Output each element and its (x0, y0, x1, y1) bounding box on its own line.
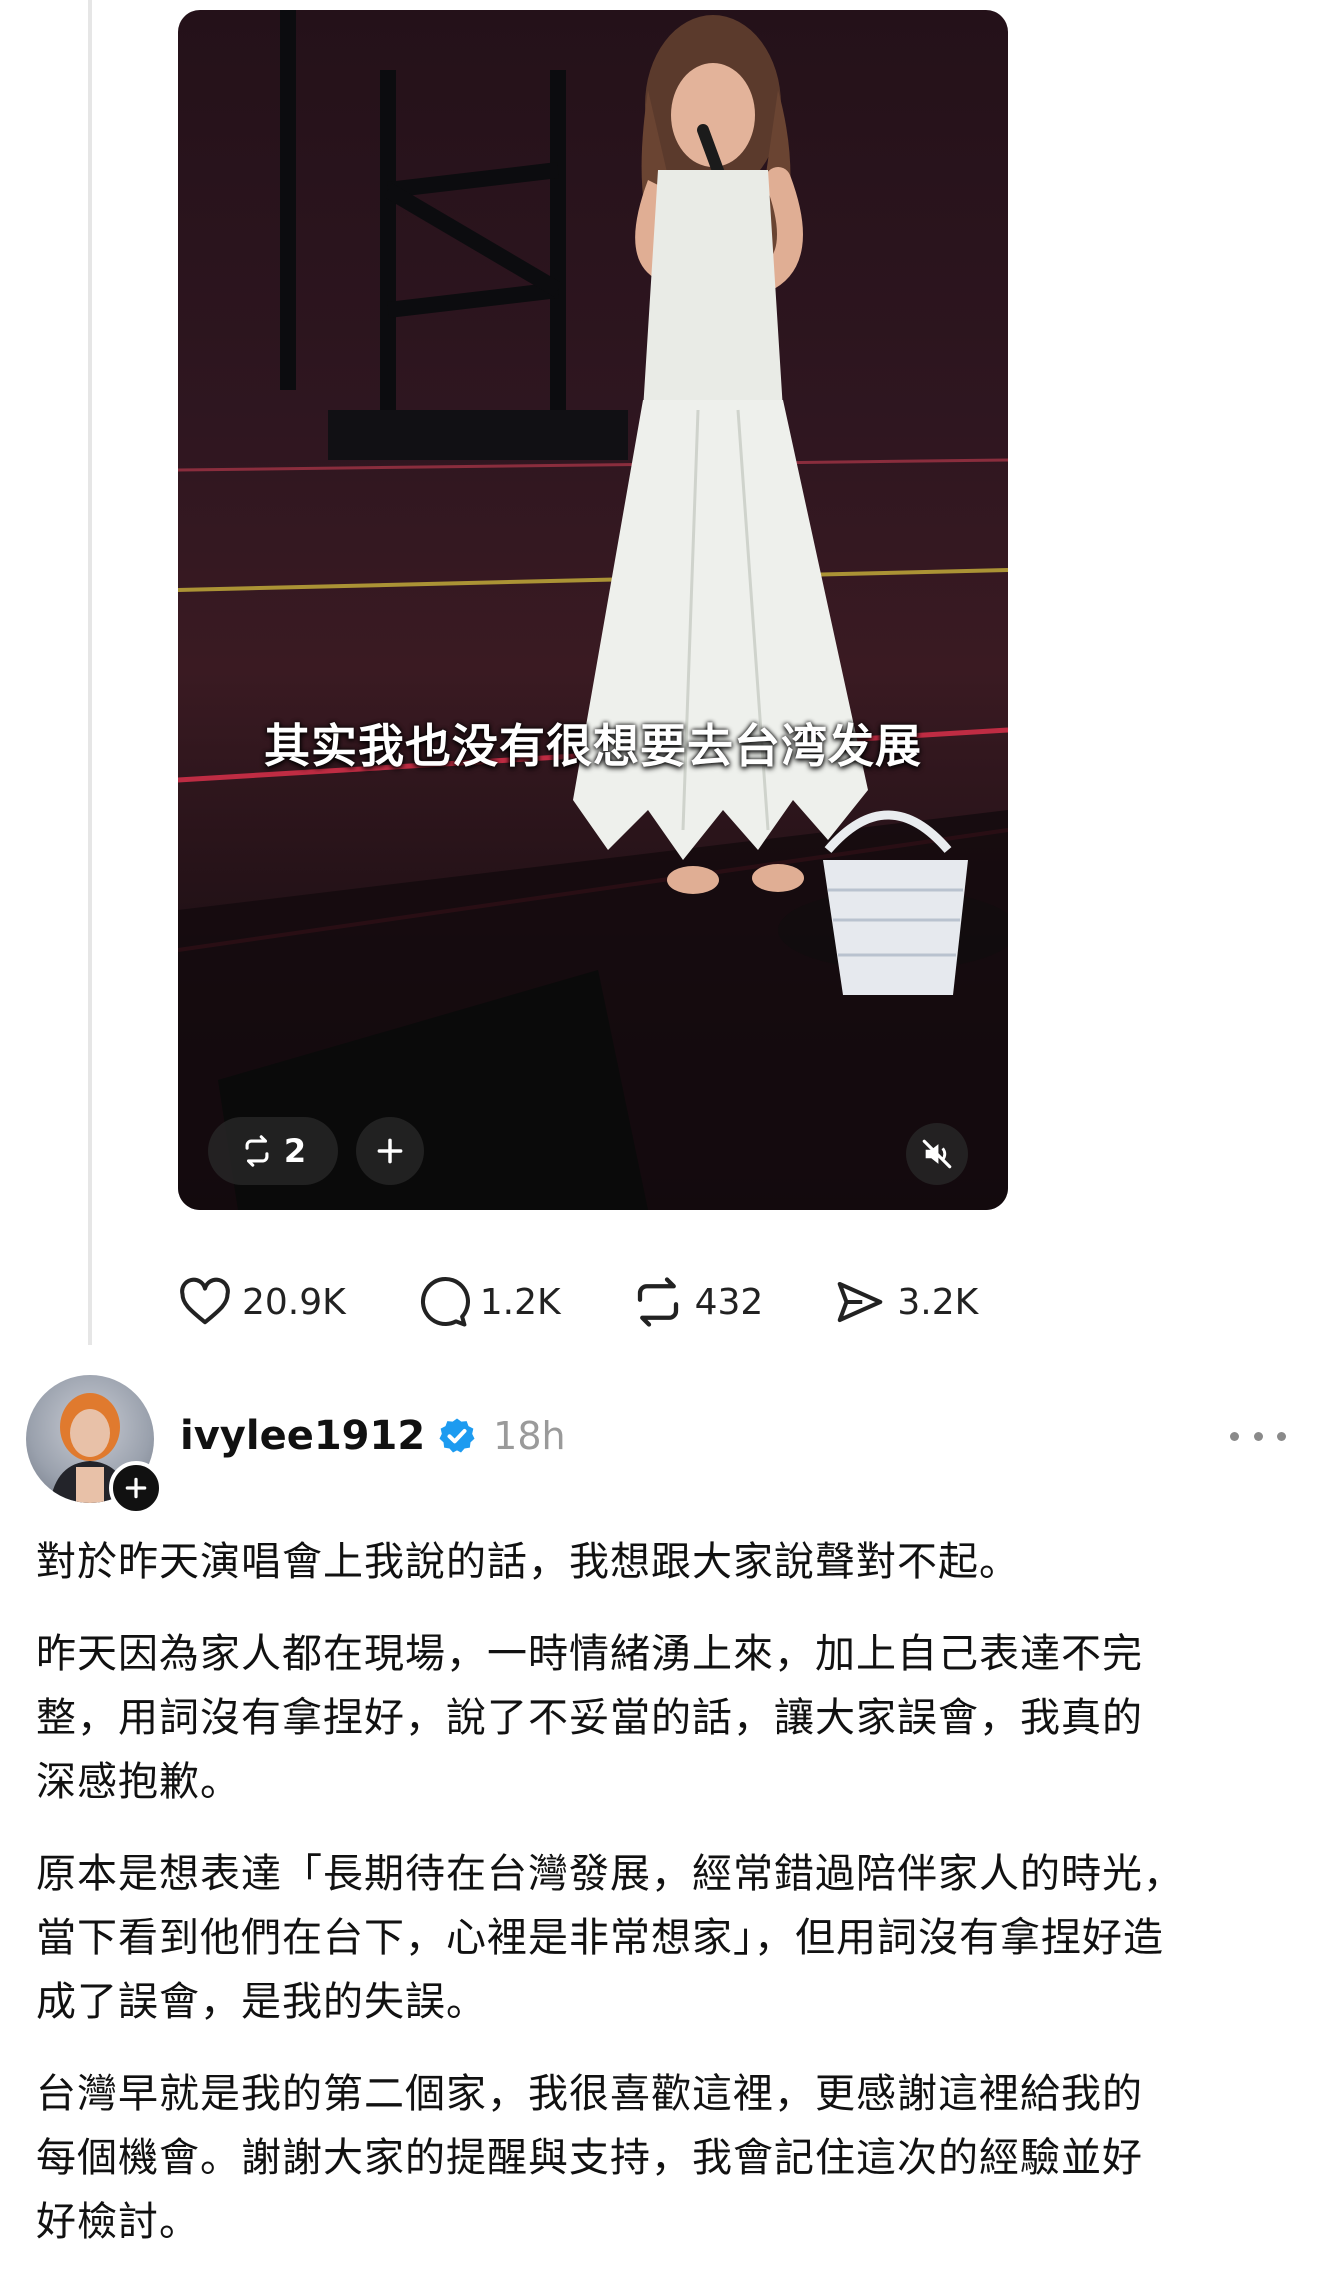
post-author-row: ivylee1912 18h (180, 1408, 566, 1464)
author-avatar-wrap[interactable] (26, 1375, 163, 1515)
singer-foot-right (752, 864, 804, 892)
like-button[interactable]: 20.9K (178, 1277, 346, 1327)
light-strip-yellow (178, 568, 1008, 592)
video-add-button[interactable] (356, 1117, 424, 1185)
video-repost-count: 2 (283, 1132, 307, 1170)
send-icon (838, 1281, 883, 1323)
comment-button[interactable]: 1.2K (416, 1275, 561, 1329)
like-count: 20.9K (242, 1281, 346, 1323)
repost-icon (245, 1135, 269, 1167)
singer-bodice (643, 170, 783, 410)
follow-button[interactable] (109, 1461, 163, 1515)
post-paragraph-3: 原本是想表達「長期待在台灣發展，經常錯過陪伴家人的時光， 當下看到他們在台下，心… (36, 1851, 1184, 2025)
post-action-bar: 20.9K 1.2K 432 3.2K (178, 1272, 1048, 1332)
video-frame (178, 10, 1008, 1210)
more-dot-icon (1277, 1431, 1286, 1441)
verified-badge-icon (439, 1418, 475, 1453)
video-repost-count-button[interactable]: 2 (208, 1117, 338, 1185)
repost-button[interactable]: 432 (631, 1275, 764, 1329)
plus-icon (125, 1477, 147, 1499)
more-options-button[interactable] (1230, 1418, 1286, 1454)
post-paragraph-4: 台灣早就是我的第二個家，我很喜歡這裡，更感謝這裡給我的 每個機會。謝謝大家的提醒… (36, 2071, 1143, 2245)
thread-connector-line (88, 0, 92, 1345)
stage-truss (280, 10, 566, 430)
username[interactable]: ivylee1912 (180, 1413, 425, 1459)
repost-icon (637, 1277, 678, 1327)
heart-icon (180, 1277, 230, 1325)
more-dot-icon (1230, 1431, 1239, 1441)
mute-toggle-button[interactable] (906, 1123, 968, 1185)
post-paragraph-2: 昨天因為家人都在現場，一時情緒湧上來，加上自己表達不完 整，用詞沒有拿捏好，說了… (36, 1631, 1143, 1805)
video-caption: 其实我也没有很想要去台湾发展 (264, 719, 922, 773)
singer-foot-left (667, 866, 719, 894)
more-dot-icon (1253, 1431, 1263, 1441)
share-count: 3.2K (897, 1281, 979, 1323)
post-body: 對於昨天演唱會上我說的話，我想跟大家說聲對不起。 昨天因為家人都在現場，一時情緒… (36, 1530, 1286, 2282)
repost-count: 432 (694, 1281, 764, 1323)
plus-icon (377, 1138, 403, 1164)
video-player[interactable]: 其实我也没有很想要去台湾发展 2 (178, 10, 1008, 1210)
comment-count: 1.2K (479, 1281, 561, 1323)
post-paragraph-1: 對於昨天演唱會上我說的話，我想跟大家說聲對不起。 (36, 1539, 1020, 1585)
stage-riser (328, 410, 628, 460)
light-strip-red-3 (178, 458, 1008, 472)
post-timestamp: 18h (493, 1414, 566, 1458)
singer-skirt (573, 400, 868, 860)
basket (823, 860, 968, 995)
share-button[interactable]: 3.2K (833, 1275, 978, 1329)
speaker-muted-icon (922, 1139, 952, 1169)
comment-bubble-icon (420, 1276, 470, 1327)
